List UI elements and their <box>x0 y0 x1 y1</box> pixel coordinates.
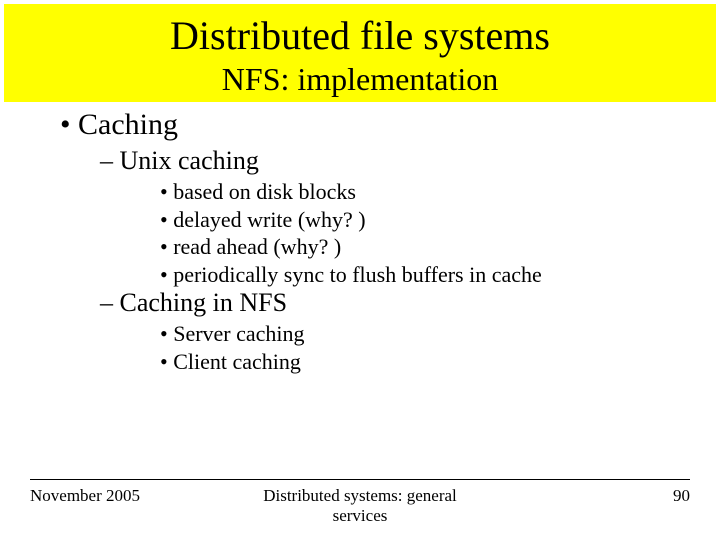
footer-center: Distributed systems: general services <box>250 486 470 526</box>
slide-subtitle: NFS: implementation <box>4 61 716 98</box>
bullet-l3: Client caching <box>160 348 660 376</box>
bullet-l2: Unix caching <box>100 146 660 176</box>
bullet-l3: periodically sync to flush buffers in ca… <box>160 261 660 289</box>
footer-page-number: 90 <box>470 486 690 506</box>
bullet-l2: Caching in NFS <box>100 288 660 318</box>
slide-footer: November 2005 Distributed systems: gener… <box>0 479 720 526</box>
footer-divider <box>30 479 690 480</box>
bullet-l3: based on disk blocks <box>160 178 660 206</box>
bullet-l1: Caching <box>60 108 660 142</box>
footer-date: November 2005 <box>30 486 250 506</box>
slide-title: Distributed file systems <box>4 12 716 59</box>
slide-content: Caching Unix caching based on disk block… <box>0 102 720 375</box>
title-block: Distributed file systems NFS: implementa… <box>4 4 716 102</box>
bullet-l3: Server caching <box>160 320 660 348</box>
footer-row: November 2005 Distributed systems: gener… <box>30 486 690 526</box>
bullet-l3: delayed write (why? ) <box>160 206 660 234</box>
bullet-l3: read ahead (why? ) <box>160 233 660 261</box>
